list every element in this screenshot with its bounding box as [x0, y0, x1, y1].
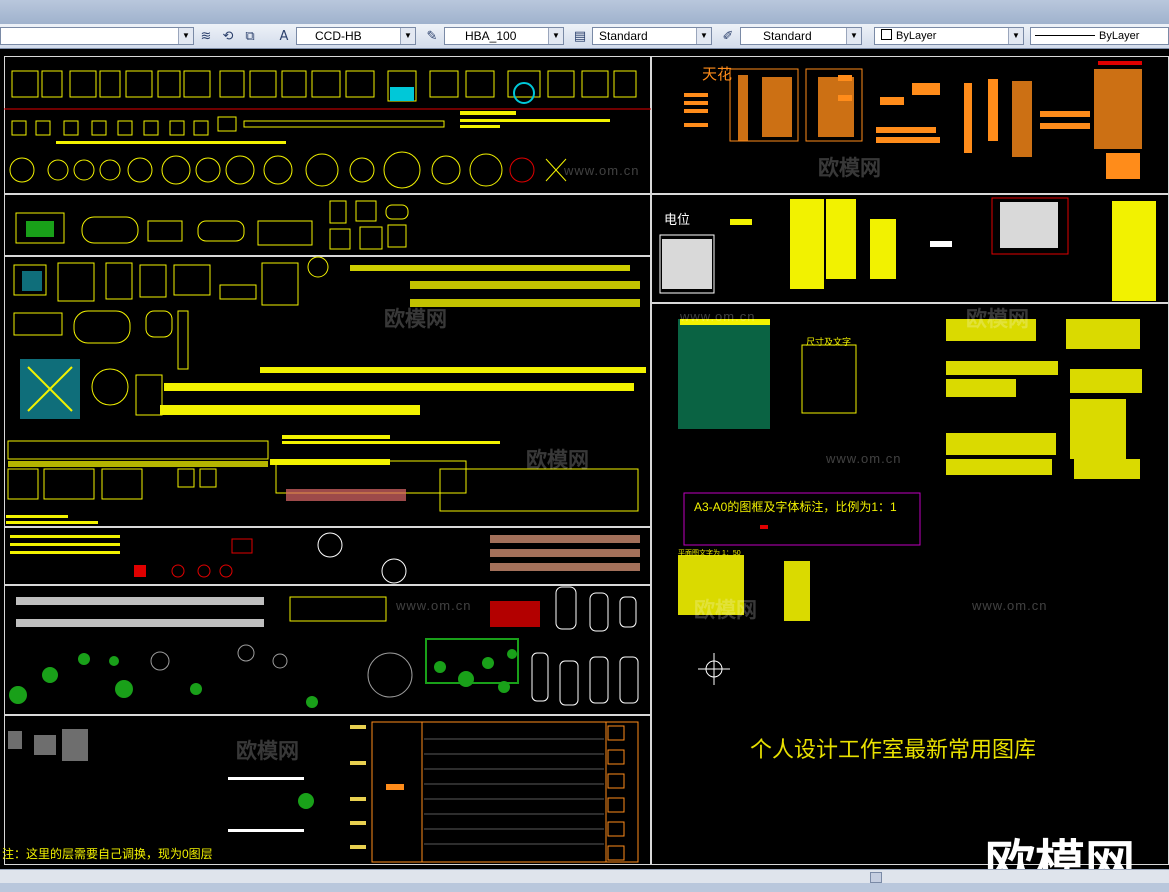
linetype-value: ByLayer — [1099, 30, 1140, 42]
electric-label: 电位 — [664, 212, 691, 227]
status-strip — [0, 883, 1169, 892]
dimension-label: 尺寸及文字 — [806, 337, 852, 347]
layer-state-icon[interactable]: ⧉ — [240, 26, 260, 46]
ceiling-label: 天花 — [702, 66, 733, 83]
horizontal-scrollbar[interactable] — [0, 869, 1169, 884]
layer-props-icon[interactable]: ≋ — [196, 26, 216, 46]
linetype-sample — [1035, 35, 1095, 36]
drawing-canvas[interactable]: 天花 电位 尺寸及文字 A3-A0的图框及字体标注，比例为1：1 平面图文字为 … — [0, 49, 1169, 869]
scrollbar-thumb[interactable] — [870, 872, 882, 883]
text-style-combo[interactable]: CCD-HB ▼ — [296, 27, 416, 45]
chevron-down-icon: ▼ — [400, 28, 415, 44]
color-swatch — [881, 29, 892, 40]
brand-watermark-large: 欧模网 — [985, 836, 1135, 869]
dimension-style-icon[interactable]: ▤ — [570, 26, 590, 46]
chevron-down-icon: ▼ — [696, 28, 711, 44]
text-style-value: CCD-HB — [315, 29, 362, 43]
table-style-icon[interactable]: ✐ — [718, 26, 738, 46]
text-style-icon[interactable]: A — [274, 26, 294, 46]
color-combo[interactable]: ByLayer ▼ — [874, 27, 1024, 45]
chevron-down-icon: ▼ — [1008, 28, 1023, 44]
dimension-style-value: Standard — [599, 29, 648, 43]
table-style-value: Standard — [763, 29, 812, 43]
color-value: ByLayer — [896, 30, 937, 42]
chevron-down-icon: ▼ — [548, 28, 563, 44]
layer-previous-icon[interactable]: ⟲ — [218, 26, 238, 46]
layer-note: 注：这里的层需要自己调换，现为0图层 — [2, 847, 213, 861]
properties-toolbar: ▼ ≋ ⟲ ⧉ A CCD-HB ▼ ✎ HBA_100 ▼ ▤ Standar… — [0, 24, 1169, 49]
frame-note: A3-A0的图框及字体标注，比例为1：1 — [694, 500, 897, 514]
layer-combo[interactable]: ▼ — [0, 27, 194, 45]
hatch-value: HBA_100 — [465, 29, 517, 43]
hatch-combo[interactable]: HBA_100 ▼ — [444, 27, 564, 45]
scale-note: 平面图文字为 1：50 — [678, 550, 741, 557]
studio-title: 个人设计工作室最新常用图库 — [750, 737, 1037, 762]
window-top-bar — [0, 0, 1169, 24]
chevron-down-icon: ▼ — [846, 28, 861, 44]
hatch-icon[interactable]: ✎ — [422, 26, 442, 46]
table-style-combo[interactable]: Standard ▼ — [740, 27, 862, 45]
dimension-style-combo[interactable]: Standard ▼ — [592, 27, 712, 45]
linetype-combo[interactable]: ByLayer — [1030, 27, 1169, 45]
chevron-down-icon: ▼ — [178, 28, 193, 44]
